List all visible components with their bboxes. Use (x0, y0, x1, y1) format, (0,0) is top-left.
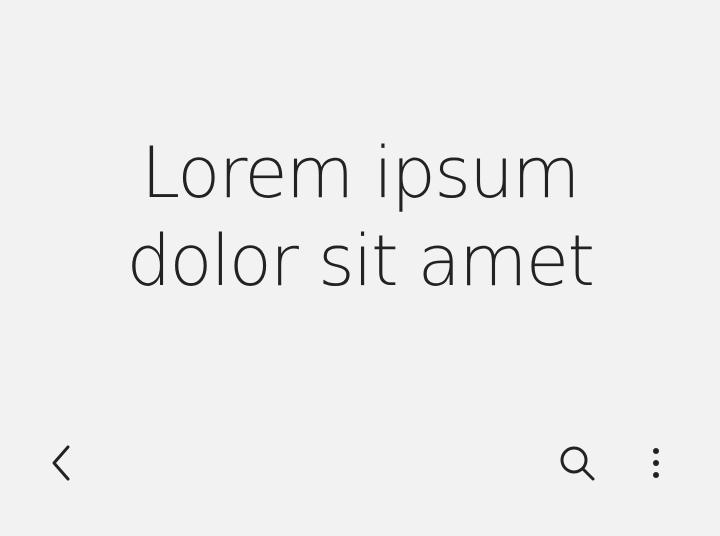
header-area: Lorem ipsum dolor sit amet (0, 0, 720, 420)
back-button[interactable] (38, 439, 86, 487)
app-toolbar (0, 424, 720, 504)
search-button[interactable] (553, 439, 601, 487)
page-title: Lorem ipsum dolor sit amet (126, 115, 595, 305)
more-vertical-icon (632, 439, 680, 487)
chevron-left-icon (38, 439, 86, 487)
page-title-line-1: Lorem ipsum (141, 132, 580, 214)
page-title-line-2: dolor sit amet (126, 220, 595, 302)
app-screen: Lorem ipsum dolor sit amet (0, 0, 720, 536)
more-options-button[interactable] (632, 439, 680, 487)
search-icon (553, 439, 601, 487)
